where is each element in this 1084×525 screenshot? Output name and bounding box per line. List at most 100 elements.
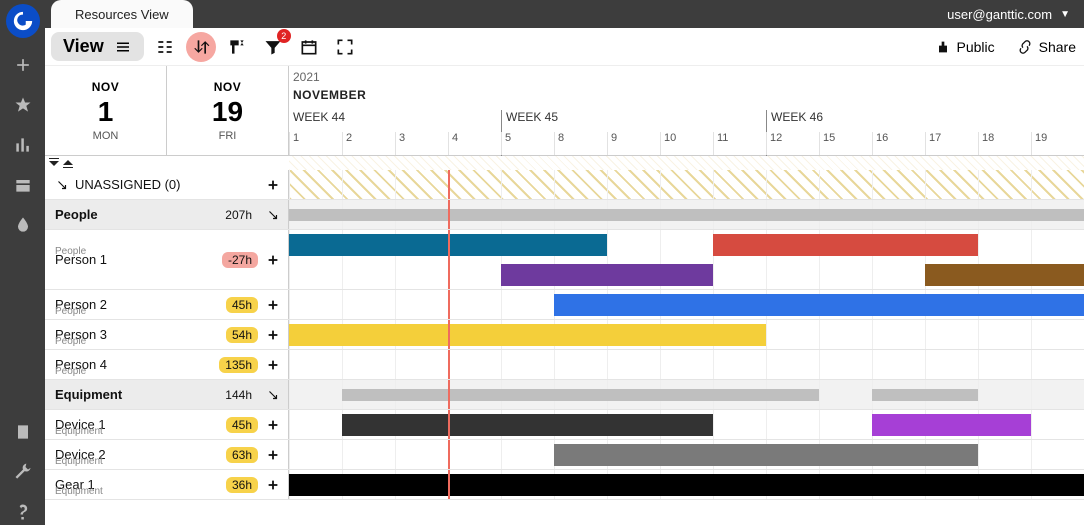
timeline-day: 2 xyxy=(342,132,395,155)
add-task-button[interactable] xyxy=(264,326,282,344)
resource-group: People xyxy=(55,336,86,347)
summary-bar xyxy=(554,209,766,221)
resource-hours: -27h xyxy=(222,252,258,268)
add-task-button[interactable] xyxy=(264,476,282,494)
today-marker xyxy=(448,440,450,469)
task-bar[interactable] xyxy=(925,264,1084,286)
range-end-month: NOV xyxy=(214,80,242,94)
add-task-button[interactable] xyxy=(264,446,282,464)
summary-bar xyxy=(289,209,554,221)
add-task-button[interactable] xyxy=(264,416,282,434)
filter-tool-icon[interactable]: 2 xyxy=(258,32,288,62)
timeline-day: 19 xyxy=(1031,132,1084,155)
share-icon xyxy=(1017,39,1033,55)
public-icon xyxy=(935,39,951,55)
view-tab[interactable]: Resources View xyxy=(51,0,193,28)
resource-group: People xyxy=(55,366,86,377)
add-task-button[interactable] xyxy=(264,296,282,314)
task-bar[interactable] xyxy=(501,264,713,286)
task-bar[interactable] xyxy=(554,444,978,466)
sort-tool-icon[interactable] xyxy=(186,32,216,62)
group-row: People207h xyxy=(45,200,1084,230)
task-bar[interactable] xyxy=(342,414,713,436)
group-tool-icon[interactable] xyxy=(150,32,180,62)
timeline-week: WEEK 44 xyxy=(289,110,345,132)
resource-group: Equipment xyxy=(55,426,103,437)
resource-hours: 63h xyxy=(226,447,258,463)
resource-row: Person 3People54h xyxy=(45,320,1084,350)
timeline-day: 1 xyxy=(289,132,342,155)
task-bar[interactable] xyxy=(554,294,1084,316)
star-icon[interactable] xyxy=(10,92,36,118)
collapse-group-icon[interactable] xyxy=(264,386,282,404)
timeline-day: 15 xyxy=(819,132,872,155)
resource-group: People xyxy=(55,306,86,317)
task-bar[interactable] xyxy=(713,234,978,256)
timeline-day: 16 xyxy=(872,132,925,155)
range-start[interactable]: NOV 1 MON xyxy=(45,66,167,155)
task-bar[interactable] xyxy=(289,234,607,256)
summary-bar xyxy=(872,389,978,401)
task-bar[interactable] xyxy=(872,414,1031,436)
chart-icon[interactable] xyxy=(10,132,36,158)
today-marker xyxy=(448,290,450,319)
format-tool-icon[interactable] xyxy=(222,32,252,62)
public-button[interactable]: Public xyxy=(927,39,1003,55)
resource-row: Device 2Equipment63h xyxy=(45,440,1084,470)
drop-icon[interactable] xyxy=(10,212,36,238)
user-menu[interactable]: user@ganttic.com ▼ xyxy=(933,7,1084,22)
building-icon[interactable] xyxy=(10,419,36,445)
main-area: Resources View user@ganttic.com ▼ View 2 xyxy=(45,0,1084,525)
add-task-button[interactable] xyxy=(264,176,282,194)
today-marker xyxy=(448,350,450,379)
timeline-day: 17 xyxy=(925,132,978,155)
timeline-day: 11 xyxy=(713,132,766,155)
add-task-button[interactable] xyxy=(264,356,282,374)
view-button-label: View xyxy=(63,36,104,57)
group-label: Equipment xyxy=(55,388,122,401)
topbar: Resources View user@ganttic.com ▼ xyxy=(45,0,1084,28)
view-button[interactable]: View xyxy=(51,32,144,61)
user-email: user@ganttic.com xyxy=(947,7,1052,22)
resource-row: Person 4People135h xyxy=(45,350,1084,380)
resource-group: People xyxy=(55,246,86,257)
resource-hours: 45h xyxy=(226,297,258,313)
timeline-month: NOVEMBER xyxy=(293,88,366,102)
range-end-dow: FRI xyxy=(219,130,237,142)
share-button[interactable]: Share xyxy=(1009,39,1084,55)
range-end[interactable]: NOV 19 FRI xyxy=(167,66,289,155)
timeline-day: 4 xyxy=(448,132,501,155)
unassigned-row: UNASSIGNED (0) xyxy=(45,170,1084,200)
calendar-tool-icon[interactable] xyxy=(294,32,324,62)
share-label: Share xyxy=(1039,39,1076,55)
resource-row: Device 1Equipment45h xyxy=(45,410,1084,440)
archive-icon[interactable] xyxy=(10,172,36,198)
expand-all-icon[interactable] xyxy=(63,158,73,168)
timeline-header: 2021 NOVEMBER WEEK 44WEEK 45WEEK 46 1234… xyxy=(289,66,1084,155)
add-icon[interactable] xyxy=(10,52,36,78)
group-hours: 144h xyxy=(219,387,258,403)
wrench-icon[interactable] xyxy=(10,459,36,485)
task-bar[interactable] xyxy=(289,474,1084,496)
collapse-all-icon[interactable] xyxy=(49,158,59,168)
collapse-group-icon[interactable] xyxy=(264,206,282,224)
group-label: People xyxy=(55,208,98,221)
today-marker xyxy=(448,170,450,199)
group-row: Equipment 144h xyxy=(45,380,1084,410)
range-start-month: NOV xyxy=(92,80,120,94)
resource-row: Gear 1Equipment36h xyxy=(45,470,1084,500)
resource-hours: 36h xyxy=(226,477,258,493)
timeline-day: 18 xyxy=(978,132,1031,155)
collapse-group-icon[interactable] xyxy=(55,178,69,192)
toolbar: View 2 Public Share xyxy=(45,28,1084,66)
task-bar[interactable] xyxy=(289,324,766,346)
timeline-year: 2021 xyxy=(293,70,320,84)
help-icon[interactable] xyxy=(10,499,36,525)
filter-badge: 2 xyxy=(277,29,291,43)
add-task-button[interactable] xyxy=(264,251,282,269)
fullscreen-tool-icon[interactable] xyxy=(330,32,360,62)
summary-bar xyxy=(925,209,1084,221)
range-start-dow: MON xyxy=(93,130,119,142)
date-header: NOV 1 MON NOV 19 FRI 2021 NOVEMBER WEEK … xyxy=(45,66,1084,156)
timeline-day: 8 xyxy=(554,132,607,155)
